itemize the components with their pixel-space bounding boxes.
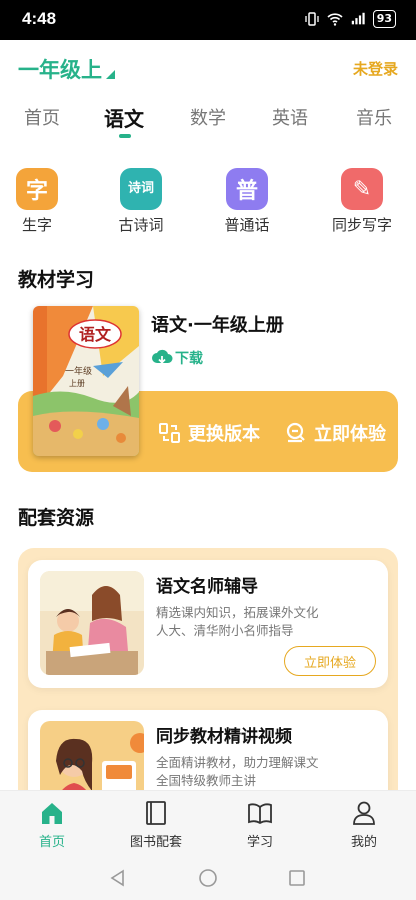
poem-icon: 诗词 bbox=[120, 168, 162, 210]
status-icons: 93 bbox=[304, 10, 396, 28]
nav-label: 首页 bbox=[38, 835, 65, 850]
nav-label: 学习 bbox=[246, 835, 273, 850]
user-icon bbox=[353, 801, 375, 825]
cloud-download-icon bbox=[152, 349, 173, 364]
resource-try-button[interactable]: 立即体验 bbox=[284, 646, 376, 676]
nav-profile[interactable]: 我的 bbox=[324, 799, 404, 850]
textbook-cover-illustration: 语文 一年级 上册 bbox=[33, 306, 139, 456]
wifi-icon bbox=[327, 13, 343, 26]
resource-card-teacher[interactable]: 语文名师辅导 精选课内知识，拓展课外文化 人大、清华附小名师指导 立即体验 bbox=[28, 560, 388, 688]
textbook-section-title: 教材学习 bbox=[18, 269, 95, 291]
quick-link-poems[interactable]: 诗词 古诗词 bbox=[101, 168, 181, 235]
grade-label: 一年级上 bbox=[18, 58, 102, 82]
nav-home[interactable]: 首页 bbox=[12, 799, 92, 850]
textbook-title: 语文·一年级上册 bbox=[151, 315, 284, 336]
nav-book-resources[interactable]: 图书配套 bbox=[116, 799, 196, 850]
quick-link-mandarin[interactable]: 普 普通话 bbox=[207, 168, 287, 235]
nav-study[interactable]: 学习 bbox=[220, 799, 300, 850]
recents-icon[interactable] bbox=[287, 868, 307, 888]
home-icon bbox=[42, 803, 62, 824]
resource-description: 全面精讲教材，助力理解课文 全国特级教师主讲 bbox=[156, 754, 319, 790]
caret-down-icon bbox=[106, 69, 115, 79]
active-tab-indicator bbox=[119, 134, 131, 138]
battery-indicator: 93 bbox=[372, 10, 396, 28]
try-now-button[interactable]: 立即体验 bbox=[284, 420, 386, 446]
teacher-illustration bbox=[40, 571, 144, 675]
resource-desc-line: 全面精讲教材，助力理解课文 bbox=[156, 755, 319, 770]
quick-link-label: 同步写字 bbox=[331, 216, 392, 234]
back-icon[interactable] bbox=[108, 868, 128, 888]
resource-desc-line: 全国特级教师主讲 bbox=[156, 773, 257, 788]
try-now-label: 立即体验 bbox=[314, 424, 386, 445]
download-label: 下载 bbox=[175, 351, 203, 367]
cover-brand-text: 语文 bbox=[79, 325, 112, 344]
swap-icon bbox=[159, 423, 180, 443]
book-icon bbox=[146, 801, 166, 825]
quick-link-characters[interactable]: 字 生字 bbox=[0, 168, 77, 235]
nav-label: 图书配套 bbox=[129, 835, 182, 850]
change-version-label: 更换版本 bbox=[188, 424, 260, 445]
mandarin-icon: 普 bbox=[226, 168, 268, 210]
tab-home[interactable]: 首页 bbox=[24, 104, 60, 130]
vibrate-icon bbox=[305, 12, 319, 26]
quick-link-label: 普通话 bbox=[224, 216, 270, 234]
search-book-icon bbox=[286, 422, 305, 443]
status-bar: 4:48 93 bbox=[0, 0, 416, 40]
nav-label: 我的 bbox=[350, 835, 377, 850]
resource-title: 同步教材精讲视频 bbox=[156, 727, 292, 747]
pencil-icon: ✎ bbox=[341, 168, 383, 210]
cover-grade-text: 一年级 bbox=[65, 365, 92, 377]
login-link[interactable]: 未登录 bbox=[353, 58, 398, 79]
home-button-icon[interactable] bbox=[198, 868, 218, 888]
system-navigation-bar bbox=[0, 856, 416, 900]
bottom-navigation: 首页 图书配套 学习 我的 bbox=[0, 790, 416, 856]
resources-section-title: 配套资源 bbox=[18, 507, 95, 529]
top-header: 一年级上 未登录 bbox=[0, 40, 416, 92]
subject-tabs: 首页 语文 数学 英语 音乐 bbox=[0, 92, 416, 142]
open-book-icon bbox=[248, 803, 272, 825]
resource-desc-line: 人大、清华附小名师指导 bbox=[156, 623, 294, 638]
resource-title: 语文名师辅导 bbox=[156, 577, 258, 597]
resource-desc-line: 精选课内知识，拓展课外文化 bbox=[156, 605, 319, 620]
quick-link-writing[interactable]: ✎ 同步写字 bbox=[322, 168, 402, 235]
quick-link-label: 生字 bbox=[21, 216, 52, 234]
download-button[interactable]: 下载 bbox=[151, 348, 203, 368]
tab-music[interactable]: 音乐 bbox=[356, 104, 392, 130]
teacher-tutoring-image bbox=[40, 571, 144, 675]
signal-icon bbox=[351, 12, 365, 25]
quick-link-label: 古诗词 bbox=[118, 216, 164, 234]
cover-volume-text: 上册 bbox=[69, 379, 85, 388]
status-time: 4:48 bbox=[22, 9, 57, 28]
quick-links: 字 生字 诗词 古诗词 普 普通话 ✎ 同步写字 bbox=[0, 168, 416, 240]
grade-selector[interactable]: 一年级上 bbox=[18, 54, 115, 84]
tab-math[interactable]: 数学 bbox=[190, 104, 226, 130]
resource-description: 精选课内知识，拓展课外文化 人大、清华附小名师指导 bbox=[156, 604, 319, 640]
tab-chinese[interactable]: 语文 bbox=[104, 103, 144, 132]
textbook-cover-image[interactable]: 语文 一年级 上册 bbox=[33, 306, 139, 456]
character-icon: 字 bbox=[16, 168, 58, 210]
tab-english[interactable]: 英语 bbox=[272, 104, 308, 130]
change-version-button[interactable]: 更换版本 bbox=[158, 420, 260, 446]
